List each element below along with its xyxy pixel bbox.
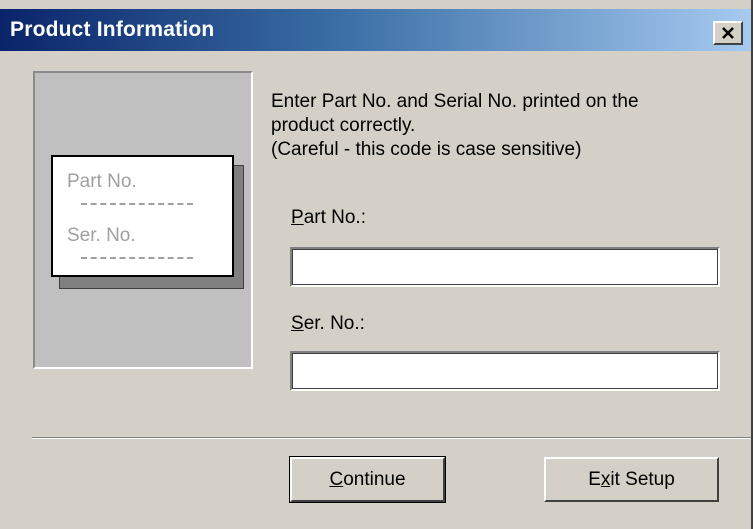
product-information-dialog: Product Information Part No. Ser. No. En… [0,0,753,529]
exit-label-text: it Setup [610,468,675,490]
part-no-label-text: art No.: [303,207,366,228]
continue-mnemonic: C [329,468,344,490]
serial-no-label: Ser. No.: [291,313,365,335]
serial-no-input[interactable] [290,351,720,391]
illustration-panel: Part No. Ser. No. [33,71,253,369]
serial-no-label-text: er. No.: [303,313,365,334]
card-serial-dashes [81,257,193,259]
exit-label-pre: E [588,468,601,490]
card-part-dashes [81,203,193,205]
product-label-card: Part No. Ser. No. [51,155,234,277]
part-no-input[interactable] [290,247,720,287]
exit-setup-button-label: Exit Setup [588,469,675,491]
close-icon [722,27,734,39]
continue-button-label: Continue [329,469,405,491]
separator-line [32,437,751,439]
continue-button[interactable]: Continue [289,456,446,503]
instruction-line: (Careful - this code is case sensitive) [271,139,582,160]
continue-label-text: ontinue [343,468,406,490]
instruction-line: product correctly. [271,115,416,136]
title-bar[interactable]: Product Information [0,9,751,51]
part-no-label: Part No.: [291,207,366,229]
instruction-line: Enter Part No. and Serial No. printed on… [271,91,639,112]
window-title: Product Information [10,18,215,41]
card-serial-label: Ser. No. [67,225,136,246]
card-part-label: Part No. [67,171,137,192]
serial-no-mnemonic: S [291,313,304,334]
exit-mnemonic: x [600,468,611,490]
close-button[interactable] [713,21,743,45]
instructions-text: Enter Part No. and Serial No. printed on… [271,90,639,162]
exit-setup-button[interactable]: Exit Setup [544,457,719,502]
part-no-mnemonic: P [291,207,304,228]
